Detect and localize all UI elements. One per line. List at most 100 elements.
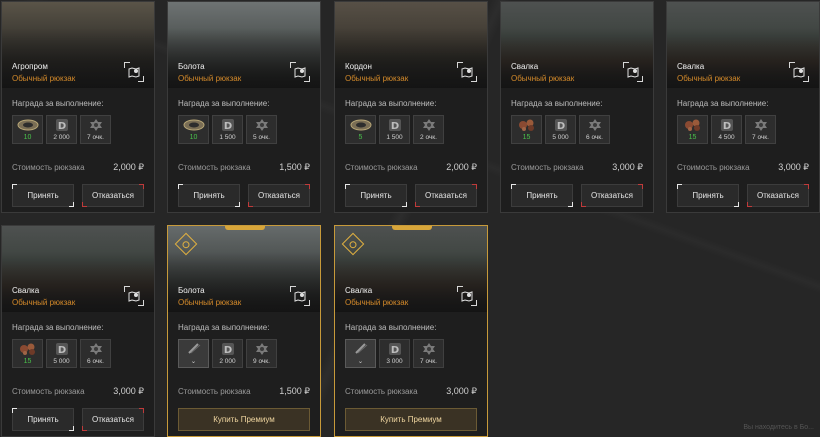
chevron-down-icon: ⌄ xyxy=(190,358,197,365)
accept-button[interactable]: Принять xyxy=(511,184,573,207)
decline-button[interactable]: Отказаться xyxy=(415,184,477,207)
map-button[interactable] xyxy=(124,286,144,306)
points-value: 1 500 xyxy=(386,134,403,141)
reward-score-slot[interactable]: 7 очк. xyxy=(80,115,111,144)
item-count: 10 xyxy=(189,134,198,141)
accept-button[interactable]: Принять xyxy=(677,184,739,207)
reward-item-slot[interactable]: ⌄ xyxy=(178,339,209,368)
buy-premium-button[interactable]: Купить Премиум xyxy=(178,408,310,431)
reward-points-slot[interactable]: D 1 500 xyxy=(379,115,410,144)
cost-amount: 2,000 ₽ xyxy=(446,162,477,173)
ruble-symbol: ₽ xyxy=(471,162,477,172)
backpack-card: Свалка Обычный рюкзак Награда за выполне… xyxy=(500,1,654,213)
backpack-card: Болота Обычный рюкзак Награда за выполне… xyxy=(167,1,321,213)
reward-item-slot[interactable]: 15 xyxy=(677,115,708,144)
map-button[interactable] xyxy=(124,62,144,82)
reward-label: Награда за выполнение: xyxy=(178,99,270,108)
map-button[interactable] xyxy=(290,62,310,82)
gear-badge-icon xyxy=(254,340,270,358)
cost-amount: 1,500 ₽ xyxy=(279,162,310,173)
accept-button[interactable]: Принять xyxy=(178,184,240,207)
location-name: Свалка xyxy=(12,286,40,295)
reward-points-slot[interactable]: D 5 000 xyxy=(46,339,77,368)
ruble-symbol: ₽ xyxy=(138,386,144,396)
reward-score-slot[interactable]: 6 очк. xyxy=(579,115,610,144)
reward-score-slot[interactable]: 5 очк. xyxy=(246,115,277,144)
reward-item-slot[interactable]: 10 xyxy=(12,115,43,144)
backpack-card: Агропром Обычный рюкзак Награда за выпол… xyxy=(1,1,155,213)
d-currency-icon: D xyxy=(55,340,69,358)
reward-score-slot[interactable]: 2 очк. xyxy=(413,115,444,144)
decline-button[interactable]: Отказаться xyxy=(248,184,310,207)
reward-label: Награда за выполнение: xyxy=(345,99,437,108)
map-button[interactable] xyxy=(290,286,310,306)
gear-badge-icon xyxy=(587,116,603,134)
decline-button[interactable]: Отказаться xyxy=(747,184,809,207)
reward-score-slot[interactable]: 7 очк. xyxy=(745,115,776,144)
score-value: 9 очк. xyxy=(253,358,270,365)
map-pin-icon xyxy=(128,67,140,78)
reward-score-slot[interactable]: 6 очк. xyxy=(80,339,111,368)
points-value: 1 500 xyxy=(219,134,236,141)
cost-amount: 1,500 ₽ xyxy=(279,386,310,397)
accept-button[interactable]: Принять xyxy=(345,184,407,207)
reward-slots: 15 D 4 500 7 очк. xyxy=(677,115,776,144)
ruble-symbol: ₽ xyxy=(304,386,310,396)
reward-item-slot[interactable]: 10 xyxy=(178,115,209,144)
svg-text:D: D xyxy=(223,345,231,356)
reward-points-slot[interactable]: D 2 000 xyxy=(46,115,77,144)
ruble-symbol: ₽ xyxy=(803,162,809,172)
decline-button[interactable]: Отказаться xyxy=(581,184,643,207)
score-value: 7 очк. xyxy=(87,134,104,141)
reward-slots: 15 D 5 000 6 очк. xyxy=(511,115,610,144)
score-value: 6 очк. xyxy=(586,134,603,141)
map-button[interactable] xyxy=(457,62,477,82)
location-name: Болота xyxy=(178,62,205,71)
accept-button[interactable]: Принять xyxy=(12,184,74,207)
reward-score-slot[interactable]: 7 очк. xyxy=(413,339,444,368)
reward-points-slot[interactable]: D 5 000 xyxy=(545,115,576,144)
points-value: 2 000 xyxy=(219,358,236,365)
score-value: 6 очк. xyxy=(87,358,104,365)
locked-item-icon xyxy=(353,340,369,358)
ruble-symbol: ₽ xyxy=(637,162,643,172)
location-name: Болота xyxy=(178,286,205,295)
reward-item-slot[interactable]: 5 xyxy=(345,115,376,144)
backpack-type: Обычный рюкзак xyxy=(12,298,76,307)
reward-slots: 15 D 5 000 6 очк. xyxy=(12,339,111,368)
gear-badge-icon xyxy=(88,340,104,358)
reward-points-slot[interactable]: D 3 000 xyxy=(379,339,410,368)
bolt-coil-icon xyxy=(350,116,372,134)
reward-score-slot[interactable]: 9 очк. xyxy=(246,339,277,368)
score-value: 2 очк. xyxy=(420,134,437,141)
ruble-symbol: ₽ xyxy=(138,162,144,172)
map-button[interactable] xyxy=(457,286,477,306)
cost-value: 2,000 xyxy=(446,162,469,172)
reward-label: Награда за выполнение: xyxy=(12,99,104,108)
d-currency-icon: D xyxy=(55,116,69,134)
buy-premium-button[interactable]: Купить Премиум xyxy=(345,408,477,431)
map-button[interactable] xyxy=(789,62,809,82)
svg-text:D: D xyxy=(390,121,398,132)
bolt-coil-icon xyxy=(183,116,205,134)
score-value: 7 очк. xyxy=(420,358,437,365)
item-count: 15 xyxy=(23,358,32,365)
reward-points-slot[interactable]: D 4 500 xyxy=(711,115,742,144)
accept-button[interactable]: Принять xyxy=(12,408,74,431)
reward-item-slot[interactable]: 15 xyxy=(12,339,43,368)
reward-points-slot[interactable]: D 1 500 xyxy=(212,115,243,144)
reward-item-slot[interactable]: 15 xyxy=(511,115,542,144)
cost-label: Стоимость рюкзака xyxy=(511,163,584,172)
locked-item-icon xyxy=(186,340,202,358)
cost-label: Стоимость рюкзака xyxy=(345,163,418,172)
rusty-parts-icon xyxy=(517,116,537,134)
svg-text:D: D xyxy=(556,121,564,132)
decline-button[interactable]: Отказаться xyxy=(82,184,144,207)
reward-item-slot[interactable]: ⌄ xyxy=(345,339,376,368)
reward-points-slot[interactable]: D 2 000 xyxy=(212,339,243,368)
d-currency-icon: D xyxy=(554,116,568,134)
score-value: 5 очк. xyxy=(253,134,270,141)
map-button[interactable] xyxy=(623,62,643,82)
points-value: 3 000 xyxy=(386,358,403,365)
decline-button[interactable]: Отказаться xyxy=(82,408,144,431)
